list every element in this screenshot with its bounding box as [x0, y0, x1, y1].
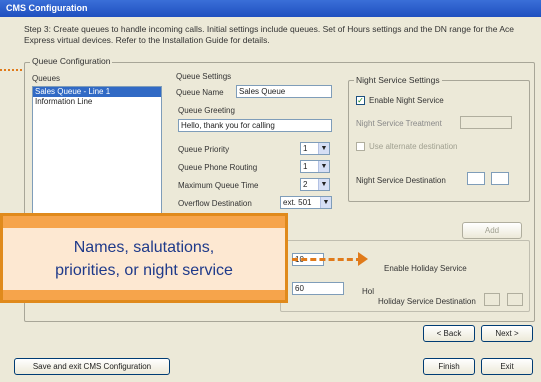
callout-text: Names, salutations, priorities, or night…	[3, 236, 285, 282]
salutation-label: Queue Greeting	[178, 106, 235, 115]
callout-line-2: priorities, or night service	[55, 262, 233, 279]
chevron-down-icon[interactable]: ▼	[318, 161, 329, 172]
use-alternate-checkbox[interactable]	[356, 142, 365, 151]
night-service-treatment-label: Night Service Treatment	[356, 119, 442, 128]
salutation-input[interactable]: Hello, thank you for calling	[178, 119, 332, 132]
holiday-destination-label: Holiday Service Destination	[378, 297, 476, 306]
max-queue-time-value: 2	[303, 180, 308, 189]
next-button[interactable]: Next >	[481, 325, 533, 342]
callout-line-1: Names, salutations,	[73, 239, 215, 256]
holiday-destination-input-a[interactable]	[484, 293, 500, 306]
callout-arrow-line	[292, 258, 362, 261]
holiday-destination-input-b[interactable]	[507, 293, 523, 306]
enable-night-service-label: Enable Night Service	[369, 96, 444, 105]
queue-phone-routing-label: Queue Phone Routing	[178, 163, 258, 172]
chevron-down-icon[interactable]: ▼	[318, 179, 329, 190]
queue-priority-select[interactable]: 1 ▼	[300, 142, 330, 155]
lower-input-b[interactable]: 60	[292, 282, 344, 295]
queue-list-item[interactable]: Sales Queue - Line 1	[33, 87, 161, 97]
callout-arrowhead-icon	[358, 252, 368, 266]
lower-label-b: Hol	[362, 287, 375, 296]
queues-list[interactable]: Sales Queue - Line 1 Information Line	[32, 86, 162, 216]
queue-priority-value: 1	[303, 144, 308, 153]
window-title: CMS Configuration	[0, 0, 541, 17]
overflow-destination-label: Overflow Destination	[178, 199, 252, 208]
overflow-destination-value: ext. 501	[283, 198, 312, 207]
save-exit-button[interactable]: Save and exit CMS Configuration	[14, 358, 170, 375]
max-queue-time-label: Maximum Queue Time	[178, 181, 259, 190]
night-service-destination-input-a[interactable]	[467, 172, 485, 185]
queues-label: Queues	[32, 74, 61, 83]
night-service-destination-input-b[interactable]	[491, 172, 509, 185]
use-alternate-label: Use alternate destination	[369, 142, 458, 151]
queue-phone-routing-value: 1	[303, 162, 308, 171]
night-service-label: Night Service Settings	[354, 75, 442, 85]
queue-name-label: Queue Name	[176, 88, 224, 97]
back-button[interactable]: < Back	[423, 325, 475, 342]
callout-inner: Names, salutations, priorities, or night…	[3, 228, 285, 290]
cms-configuration-window: CMS Configuration Step 3: Create queues …	[0, 0, 541, 382]
lower-label-a: Enable Holiday Service	[384, 264, 467, 273]
add-button[interactable]: Add	[462, 222, 522, 239]
callout-dotted-line	[0, 69, 22, 71]
step-instructions: Step 3: Create queues to handle incoming…	[24, 24, 514, 45]
queue-configuration-label: Queue Configuration	[30, 56, 113, 66]
night-service-destination-label: Night Service Destination	[356, 176, 446, 185]
exit-button[interactable]: Exit	[481, 358, 533, 375]
enable-night-service-checkbox[interactable]: ✓	[356, 96, 365, 105]
queue-list-item[interactable]: Information Line	[33, 97, 161, 107]
overflow-destination-select[interactable]: ext. 501 ▼	[280, 196, 332, 209]
night-service-treatment-input[interactable]	[460, 116, 512, 129]
queue-name-input[interactable]: Sales Queue	[236, 85, 332, 98]
queue-phone-routing-select[interactable]: 1 ▼	[300, 160, 330, 173]
callout-box: Names, salutations, priorities, or night…	[0, 213, 288, 303]
chevron-down-icon[interactable]: ▼	[318, 143, 329, 154]
finish-button[interactable]: Finish	[423, 358, 475, 375]
max-queue-time-select[interactable]: 2 ▼	[300, 178, 330, 191]
queue-settings-label: Queue Settings	[176, 72, 232, 81]
chevron-down-icon[interactable]: ▼	[320, 197, 331, 208]
queue-priority-label: Queue Priority	[178, 145, 230, 154]
